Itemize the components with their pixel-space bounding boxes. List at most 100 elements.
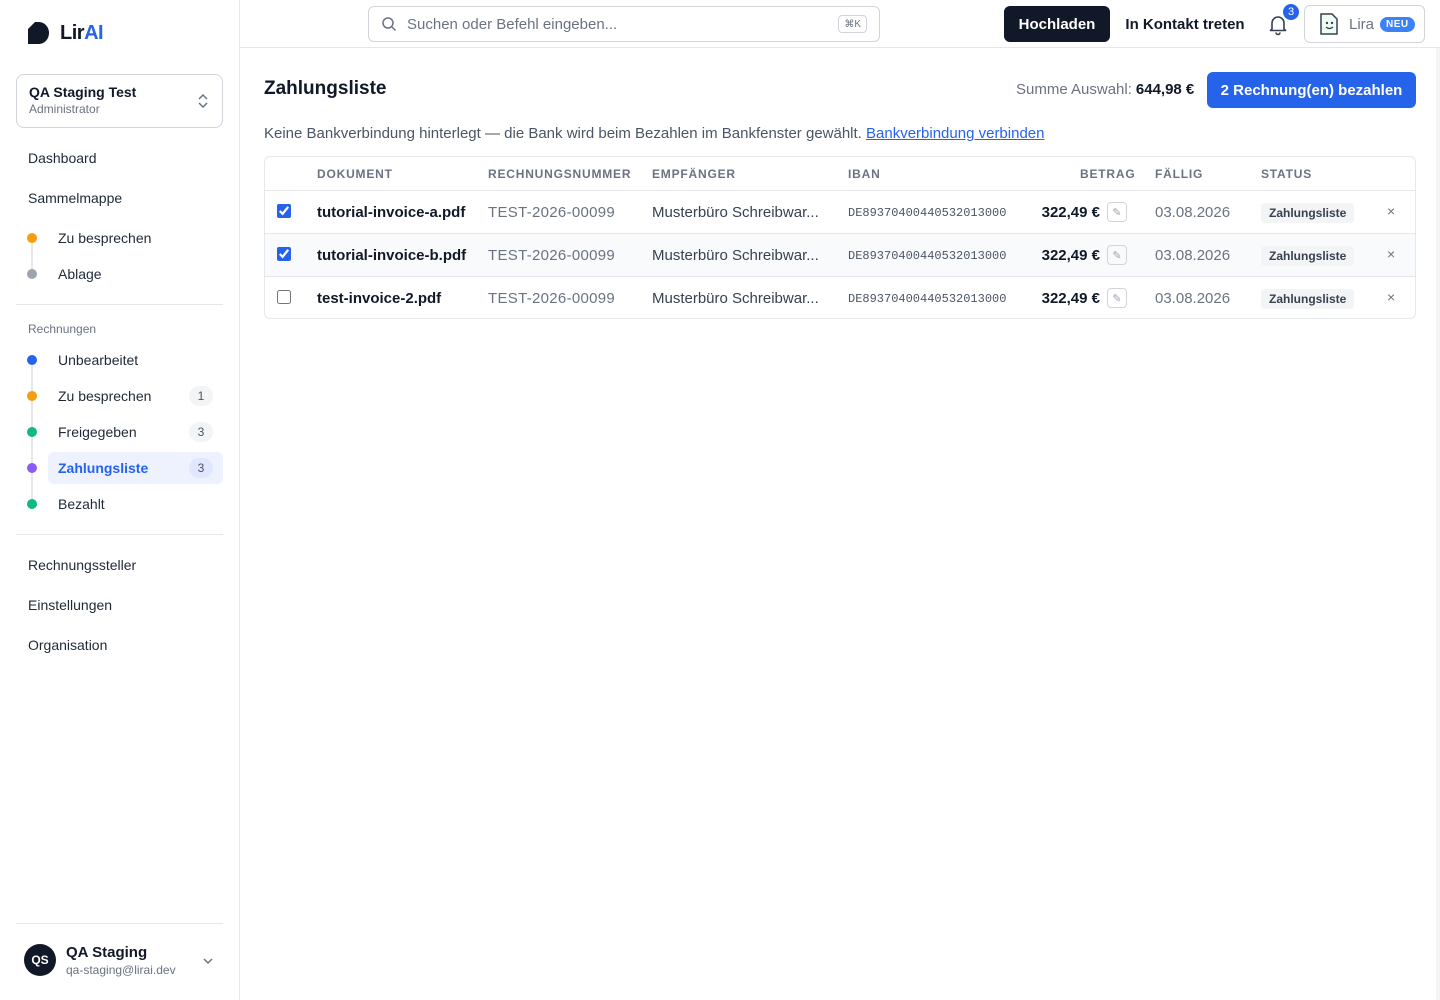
logo[interactable]: LirAI: [26, 20, 104, 46]
document-name[interactable]: tutorial-invoice-a.pdf: [317, 204, 465, 221]
pencil-icon: ✎: [1112, 249, 1122, 262]
user-name: QA Staging: [66, 944, 148, 961]
assistant-label: Lira: [1349, 15, 1375, 33]
column-header[interactable]: BETRAG: [1080, 167, 1135, 181]
pay-invoices-button[interactable]: 2 Rechnung(en) bezahlen: [1207, 72, 1416, 108]
recipient: Musterbüro Schreibwar...: [652, 290, 819, 307]
nav-sammelmappe[interactable]: Sammelmappe: [16, 182, 223, 214]
shortcut-hint: ⌘K: [838, 15, 867, 33]
assistant-button[interactable]: Lira NEU: [1304, 5, 1425, 43]
section-label-rechnungen: Rechnungen: [28, 322, 97, 336]
pencil-icon: ✎: [1112, 206, 1122, 219]
iban: DE89370400440532013000: [848, 292, 1007, 306]
status-dot: [27, 463, 37, 473]
sidebar-item-unbearbeitet[interactable]: Unbearbeitet: [48, 344, 223, 376]
avatar: QS: [24, 944, 56, 976]
due-date: 03.08.2026: [1155, 247, 1231, 264]
nav-dashboard[interactable]: Dashboard: [16, 142, 223, 174]
sidebar-item-label: Unbearbeitet: [58, 352, 139, 368]
search-input[interactable]: [407, 15, 827, 33]
sum-value: 644,98 €: [1135, 81, 1195, 98]
table-header: DOKUMENT RECHNUNGSNUMMER EMPFÄNGER IBAN …: [265, 157, 1415, 191]
status-badge: Zahlungsliste: [1261, 289, 1355, 309]
amount: 322,49 €: [1041, 204, 1100, 221]
sidebar-item-freigegeben[interactable]: Freigegeben 3: [48, 416, 223, 448]
due-date: 03.08.2026: [1155, 204, 1231, 221]
upload-button[interactable]: Hochladen: [1004, 6, 1110, 42]
table-row[interactable]: tutorial-invoice-b.pdf TEST-2026-00099 M…: [265, 234, 1415, 277]
row-checkbox[interactable]: [277, 290, 291, 304]
recipient: Musterbüro Schreibwar...: [652, 247, 819, 264]
page-title: Zahlungsliste: [264, 78, 387, 99]
divider: [16, 534, 223, 535]
column-header[interactable]: EMPFÄNGER: [652, 167, 736, 181]
row-checkbox[interactable]: [277, 204, 291, 218]
invoice-number: TEST-2026-00099: [488, 204, 616, 221]
nav-rechnungssteller[interactable]: Rechnungssteller: [16, 549, 223, 581]
column-header[interactable]: STATUS: [1261, 167, 1312, 181]
count-badge: 1: [189, 386, 213, 406]
chevron-down-icon: [203, 958, 213, 965]
status-badge: Zahlungsliste: [1261, 203, 1355, 223]
status-badge: Zahlungsliste: [1261, 246, 1355, 266]
connect-bank-link[interactable]: Bankverbindung verbinden: [866, 125, 1044, 142]
search-icon: [382, 17, 397, 32]
edit-amount-button[interactable]: ✎: [1107, 288, 1127, 308]
remove-icon[interactable]: ×: [1387, 246, 1395, 262]
scrollbar-track[interactable]: [1436, 48, 1440, 1000]
sidebar-item-label: Freigegeben: [58, 424, 137, 440]
org-switcher[interactable]: QA Staging Test Administrator: [16, 74, 223, 128]
status-dot: [27, 233, 37, 243]
iban: DE89370400440532013000: [848, 206, 1007, 220]
remove-icon[interactable]: ×: [1387, 203, 1395, 219]
logo-text: LirAI: [60, 21, 104, 44]
column-header[interactable]: IBAN: [848, 167, 881, 181]
remove-icon[interactable]: ×: [1387, 289, 1395, 305]
sidebar-item-bezahlt[interactable]: Bezahlt: [48, 488, 223, 520]
org-role: Administrator: [29, 102, 100, 116]
assistant-icon: [1320, 13, 1338, 35]
due-date: 03.08.2026: [1155, 290, 1231, 307]
contact-button[interactable]: In Kontakt treten: [1116, 6, 1254, 42]
column-header[interactable]: FÄLLIG: [1155, 167, 1203, 181]
document-name[interactable]: test-invoice-2.pdf: [317, 290, 441, 307]
invoice-number: TEST-2026-00099: [488, 247, 616, 264]
sidebar-item-ablage[interactable]: Ablage: [48, 258, 223, 290]
column-header[interactable]: DOKUMENT: [317, 167, 393, 181]
edit-amount-button[interactable]: ✎: [1107, 245, 1127, 265]
selection-sum: Summe Auswahl: 644,98 €: [1016, 81, 1194, 98]
bank-notice: Keine Bankverbindung hinterlegt — die Ba…: [264, 125, 1044, 142]
sidebar-item-zahlungsliste[interactable]: Zahlungsliste 3: [48, 452, 223, 484]
sidebar-item-zu-besprechen[interactable]: Zu besprechen 1: [48, 380, 223, 412]
user-email: qa-staging@lirai.dev: [66, 963, 176, 977]
topbar: ⌘K Hochladen In Kontakt treten 3 Lira NE…: [240, 0, 1440, 48]
row-checkbox[interactable]: [277, 247, 291, 261]
chevron-up-down-icon: [198, 93, 208, 109]
sidebar-item-label: Zahlungsliste: [58, 460, 149, 476]
user-menu[interactable]: QS QA Staging qa-staging@lirai.dev: [16, 923, 223, 1000]
status-dot: [27, 269, 37, 279]
sum-label: Summe Auswahl:: [1016, 81, 1132, 98]
amount: 322,49 €: [1041, 247, 1100, 264]
nav-organisation[interactable]: Organisation: [16, 629, 223, 661]
count-badge: 3: [189, 422, 213, 442]
status-dot: [27, 391, 37, 401]
document-name[interactable]: tutorial-invoice-b.pdf: [317, 247, 466, 264]
invoice-number: TEST-2026-00099: [488, 290, 616, 307]
table-row[interactable]: tutorial-invoice-a.pdf TEST-2026-00099 M…: [265, 191, 1415, 234]
sidebar: LirAI QA Staging Test Administrator Dash…: [0, 0, 240, 1000]
new-badge: NEU: [1380, 16, 1415, 32]
sidebar-item-sammel-zu-besprechen[interactable]: Zu besprechen: [48, 222, 223, 254]
notification-badge: 3: [1283, 4, 1299, 20]
search-bar[interactable]: ⌘K: [368, 6, 880, 42]
nav-einstellungen[interactable]: Einstellungen: [16, 589, 223, 621]
payment-table: DOKUMENT RECHNUNGSNUMMER EMPFÄNGER IBAN …: [264, 156, 1416, 319]
column-header[interactable]: RECHNUNGSNUMMER: [488, 167, 631, 181]
org-name: QA Staging Test: [29, 84, 137, 100]
table-row[interactable]: test-invoice-2.pdf TEST-2026-00099 Muste…: [265, 277, 1415, 318]
notice-text: Keine Bankverbindung hinterlegt — die Ba…: [264, 125, 862, 142]
edit-amount-button[interactable]: ✎: [1107, 202, 1127, 222]
pencil-icon: ✎: [1112, 292, 1122, 305]
recipient: Musterbüro Schreibwar...: [652, 204, 819, 221]
logo-icon: [28, 22, 49, 44]
